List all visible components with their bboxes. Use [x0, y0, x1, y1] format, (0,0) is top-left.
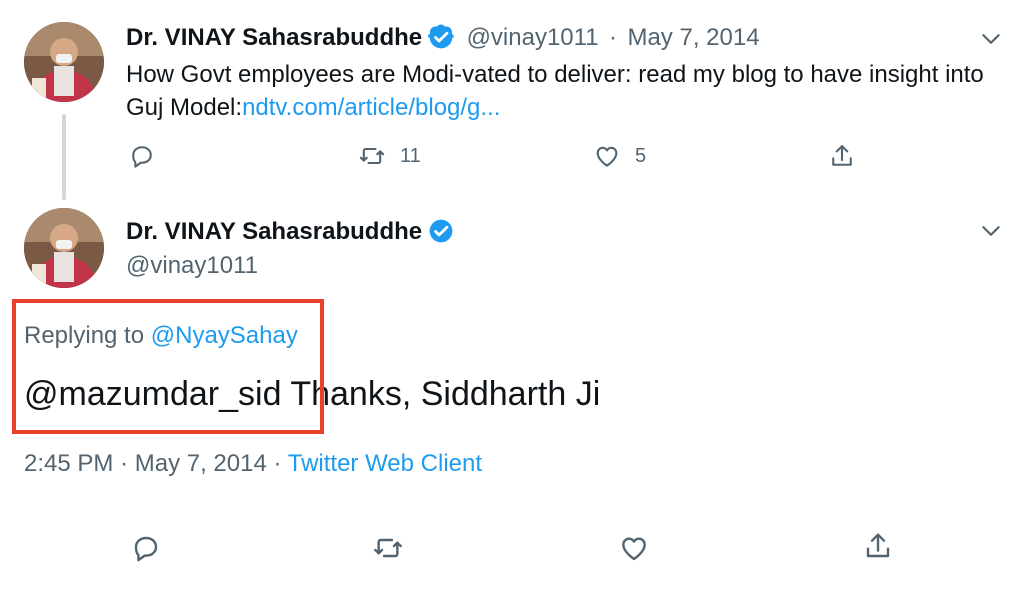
parent-tweet-header: Dr. VINAY Sahasrabuddhe @vinay1011 · May… — [126, 24, 760, 52]
main-tweet-header: Dr. VINAY Sahasrabuddhe — [126, 218, 454, 246]
avatar[interactable] — [24, 208, 104, 288]
tweet-time[interactable]: 2:45 PM — [24, 450, 113, 477]
share-icon — [866, 533, 890, 558]
tweet-date[interactable]: May 7, 2014 — [135, 450, 267, 477]
like-count: 5 — [635, 144, 647, 167]
author-name[interactable]: Dr. VINAY Sahasrabuddhe — [126, 218, 422, 245]
like-icon — [622, 537, 646, 561]
client-separator: · — [273, 450, 282, 477]
reply-button[interactable] — [128, 142, 156, 170]
share-button[interactable] — [828, 142, 856, 170]
avatar[interactable] — [24, 22, 104, 102]
chevron-down-icon[interactable] — [978, 26, 1004, 52]
header-separator: · — [609, 24, 618, 51]
parent-tweet-text: How Govt employees are Modi-vated to del… — [126, 58, 986, 124]
retweet-icon — [374, 538, 402, 558]
like-button[interactable] — [618, 532, 650, 564]
author-name[interactable]: Dr. VINAY Sahasrabuddhe — [126, 24, 422, 51]
author-handle[interactable]: @vinay1011 — [467, 24, 599, 51]
verified-badge-icon — [428, 218, 454, 244]
share-button[interactable] — [862, 530, 894, 562]
retweet-button[interactable]: 11 — [358, 142, 421, 170]
chevron-down-icon[interactable] — [978, 218, 1004, 244]
retweet-count: 11 — [400, 144, 421, 167]
tweet-date[interactable]: May 7, 2014 — [627, 24, 759, 51]
reply-icon — [134, 536, 158, 562]
tweet-link[interactable]: ndtv.com/article/blog/g... — [242, 94, 500, 121]
tweet-body: Thanks, Siddharth Ji — [281, 375, 601, 413]
thread-connector-line — [62, 114, 66, 200]
like-icon — [596, 146, 618, 167]
author-handle[interactable]: @vinay1011 — [126, 252, 258, 280]
client-link[interactable]: Twitter Web Client — [288, 450, 482, 477]
meta-separator: · — [120, 450, 129, 477]
reply-button[interactable] — [130, 532, 162, 564]
highlight-box — [12, 299, 324, 434]
share-icon — [832, 145, 852, 166]
verified-badge-icon — [427, 24, 455, 50]
tweet-meta: 2:45 PM · May 7, 2014 · Twitter Web Clie… — [24, 450, 482, 478]
like-button[interactable]: 5 — [593, 142, 646, 170]
retweet-button[interactable] — [372, 532, 404, 564]
reply-icon — [132, 146, 152, 168]
retweet-icon — [359, 147, 385, 165]
